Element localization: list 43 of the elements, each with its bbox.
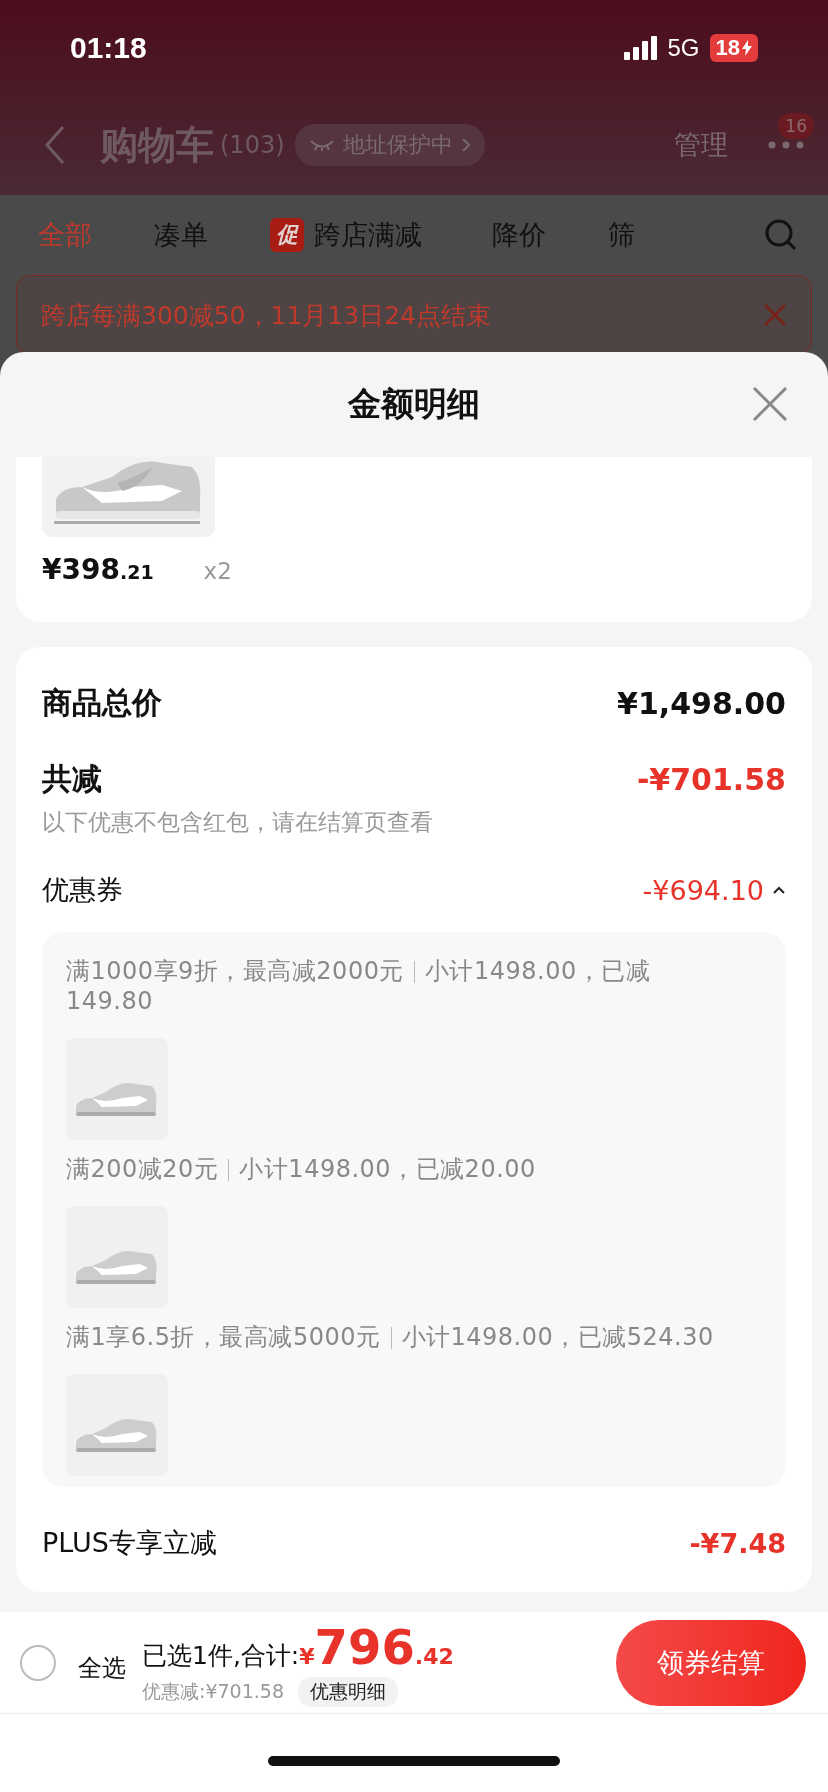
page-title: 购物车 — [100, 121, 214, 169]
filter-tab[interactable]: 促 跨店满减 — [270, 217, 422, 253]
checkout-button[interactable]: 领券结算 — [616, 1619, 806, 1706]
search-icon[interactable] — [764, 218, 798, 252]
product-quantity: x2 — [203, 558, 232, 584]
filter-tab[interactable]: 筛 — [608, 217, 635, 253]
filter-tab[interactable]: 全部 — [38, 217, 92, 253]
manage-button[interactable]: 管理 — [674, 127, 728, 163]
product-price: ¥398.21 — [42, 553, 154, 586]
closed-eye-icon — [308, 138, 335, 152]
coupon-rule: 满1000享9折，最高减2000元 小计1498.00，已减149.80 — [66, 956, 652, 1016]
summary-amount: -¥7.48 — [689, 1527, 786, 1559]
close-icon[interactable] — [752, 386, 788, 422]
coupon-rule: 满1享6.5折，最高减5000元 小计1498.00，已减524.30 — [66, 1322, 715, 1352]
cart-count: (103) — [220, 131, 285, 159]
selected-summary: 已选1件,合计: — [142, 1639, 300, 1672]
signal-icon — [623, 35, 658, 60]
battery-indicator: 18 — [709, 33, 758, 62]
filter-tab[interactable]: 凑单 — [154, 217, 208, 253]
discount-amount: 优惠减:¥701.58 — [142, 1678, 284, 1704]
filter-tab[interactable]: 降价 — [492, 217, 546, 253]
status-time: 01:18 — [70, 30, 147, 65]
chevron-right-icon — [460, 137, 471, 153]
summary-label: 优惠券 — [42, 873, 123, 907]
summary-amount: -¥694.10 — [642, 874, 764, 906]
summary-note: 以下优惠不包含红包，请在结算页查看 — [42, 808, 434, 837]
promo-text: 跨店每满300减50，11月13日24点结束 — [41, 299, 491, 332]
coupon-rule: 满200减20元 小计1498.00，已减20.00 — [66, 1154, 537, 1184]
back-icon[interactable] — [44, 125, 66, 165]
summary-label: 共减 — [42, 759, 102, 798]
discount-detail-button[interactable]: 优惠明细 — [298, 1676, 398, 1707]
summary-label: 商品总价 — [42, 683, 162, 722]
total-price: ¥796.42 — [299, 1618, 454, 1675]
summary-label: PLUS专享立减 — [42, 1526, 217, 1560]
more-icon[interactable] — [768, 141, 804, 149]
caret-icon[interactable] — [772, 885, 786, 895]
network-label: 5G — [667, 33, 700, 62]
summary-amount: ¥1,498.00 — [617, 685, 786, 721]
select-all-checkbox[interactable] — [20, 1644, 56, 1681]
sheet-title: 金额明细 — [348, 383, 480, 425]
select-all-label[interactable]: 全选 — [78, 1651, 126, 1684]
summary-amount: -¥701.58 — [636, 761, 786, 797]
notification-badge: 16 — [778, 113, 814, 139]
